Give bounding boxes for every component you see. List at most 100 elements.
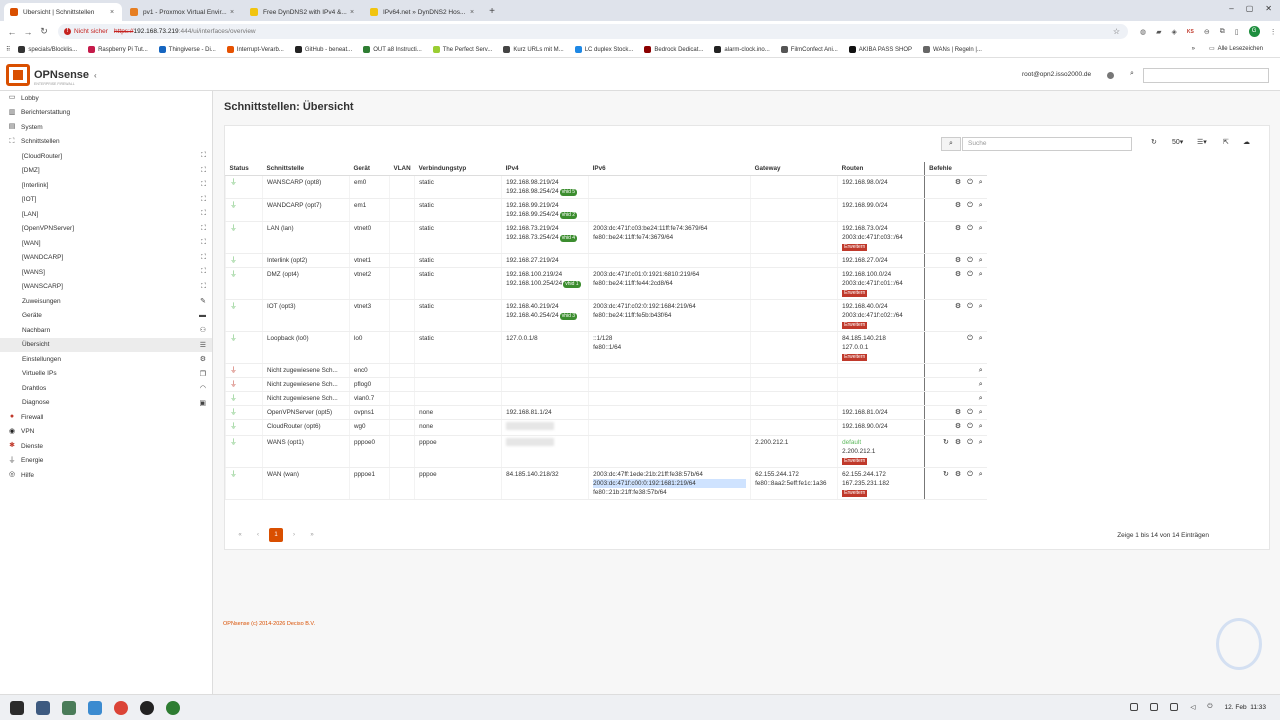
brand-logo[interactable]: OPNsense ENTERPRISE FIREWALL <box>6 64 89 86</box>
cog-icon[interactable]: ⚙ <box>955 470 961 479</box>
power-icon[interactable]: ⏻ <box>967 302 973 311</box>
power-icon[interactable]: ⏻ <box>967 334 973 343</box>
cog-icon[interactable]: ⚙ <box>955 224 961 233</box>
interface-name[interactable]: DMZ (opt4) <box>262 267 350 300</box>
search-icon[interactable]: ⌕ <box>979 224 983 233</box>
interface-name[interactable]: WANSCARP (opt8) <box>262 175 350 199</box>
bookmark-item[interactable]: Raspberry Pi Tut... <box>88 46 148 53</box>
back-icon[interactable]: ← <box>6 27 18 37</box>
table-row[interactable]: ⏚ Nicht zugewiesene Sch... enc0 ⌕ <box>225 363 987 378</box>
sidebar-item-geräte[interactable]: Geräte ▬ <box>0 309 212 324</box>
close-tab-icon[interactable]: × <box>108 9 116 16</box>
bookmark-item[interactable]: alarm-clock.ino... <box>714 46 770 53</box>
interface-name[interactable]: WANDCARP (opt7) <box>262 198 350 222</box>
sidebar-item-dmz[interactable]: [DMZ] ⛶ <box>0 164 212 179</box>
sidebar-item-firewall[interactable]: ● Firewall <box>0 410 212 425</box>
bookmark-item[interactable]: Kurz URLs mit M... <box>503 46 564 53</box>
column-header[interactable]: Verbindungstyp <box>414 162 502 176</box>
sidebar-item-übersicht[interactable]: Übersicht ☰ <box>0 337 212 352</box>
browser-tab[interactable]: pv1 - Proxmox Virtual Envir... × <box>124 3 242 21</box>
power-icon[interactable]: ⏻ <box>967 224 973 233</box>
bookmark-item[interactable]: FilmConfect Ani... <box>780 46 838 53</box>
cog-icon[interactable]: ⚙ <box>955 438 961 447</box>
close-tab-icon[interactable]: × <box>348 9 356 16</box>
bookmark-item[interactable]: AKIBA PASS SHOP <box>848 46 912 53</box>
reload-icon[interactable]: ↻ <box>943 438 949 447</box>
sidebar-item-einstellungen[interactable]: Einstellungen ⚙ <box>0 352 212 367</box>
sidebar-item-energie[interactable]: ⏚ Energie <box>0 454 212 469</box>
power-icon[interactable]: ⏻ <box>967 201 973 210</box>
power-icon[interactable]: ⏻ <box>1207 703 1212 711</box>
more-bookmarks-icon[interactable]: » <box>1192 46 1195 52</box>
sidebar-item-lobby[interactable]: ▭ Lobby <box>0 91 212 106</box>
expand-button[interactable]: Erweitern <box>842 457 868 465</box>
cog-icon[interactable]: ⚙ <box>955 270 961 279</box>
sidebar-item-system[interactable]: ▤ System <box>0 120 212 135</box>
table-row[interactable]: ⏚ OpenVPNServer (opt5) ovpns1 none 192.168.8… <box>225 405 987 420</box>
browser-tab[interactable]: Übersicht | Schnittstellen × <box>4 3 122 21</box>
prev-page-button[interactable]: ‹ <box>251 528 265 542</box>
sidebar-item-dienste[interactable]: ✱ Dienste <box>0 439 212 454</box>
expand-button[interactable]: Erweitern <box>842 321 868 329</box>
sidebar-item-openvpnserver[interactable]: [OpenVPNServer] ⛶ <box>0 222 212 237</box>
volume-icon[interactable]: ◁ <box>1190 703 1195 711</box>
interface-name[interactable]: WAN (wan) <box>262 467 350 500</box>
search-icon[interactable]: ⌕ <box>979 366 983 375</box>
page-button[interactable]: 1 <box>269 528 283 542</box>
cog-icon[interactable]: ⚙ <box>955 302 961 311</box>
interface-name[interactable]: OpenVPNServer (opt5) <box>262 405 350 420</box>
bookmark-item[interactable]: The Perfect Serv... <box>432 46 492 53</box>
search-icon[interactable]: ⌕ <box>979 201 983 210</box>
sidebar-item-interlink[interactable]: [Interlink] ⛶ <box>0 178 212 193</box>
table-row[interactable]: ⏚ CloudRouter (opt6) wg0 none 192.168.90.0/2… <box>225 419 987 436</box>
column-header[interactable]: Status <box>225 162 263 176</box>
start-icon[interactable] <box>10 700 24 715</box>
search-icon[interactable]: ⌕ <box>979 408 983 417</box>
tray-icon[interactable] <box>1150 703 1159 711</box>
search-icon[interactable]: ⌕ <box>979 380 983 389</box>
search-icon[interactable]: ⌕ <box>979 270 983 279</box>
interface-name[interactable]: Nicht zugewiesene Sch... <box>262 391 350 406</box>
cog-icon[interactable]: ⚙ <box>955 422 961 431</box>
bookmark-item[interactable]: OUT a8 Instructi... <box>363 46 422 53</box>
export-icon[interactable]: ⇱ <box>1223 137 1229 151</box>
bookmark-item[interactable]: LC duplex Stock... <box>574 46 633 53</box>
column-header[interactable]: IPv4 <box>501 162 589 176</box>
apps-icon[interactable]: ⠿ <box>6 46 10 53</box>
search-icon[interactable]: ⌕ <box>979 256 983 265</box>
power-icon[interactable]: ⏻ <box>967 256 973 265</box>
reload-icon[interactable]: ↻ <box>38 26 50 37</box>
bookmark-item[interactable]: Interrupt-Verarb... <box>226 46 284 53</box>
close-window-icon[interactable]: ✕ <box>1265 4 1272 13</box>
tray-icon[interactable] <box>1130 703 1139 711</box>
expand-button[interactable]: Erweitern <box>842 243 868 251</box>
minimize-icon[interactable]: – <box>1229 4 1233 13</box>
search-icon[interactable]: ⌕ <box>979 422 983 431</box>
column-header[interactable]: Routen <box>837 162 925 176</box>
browser-tab[interactable]: Free DynDNS2 with IPv4 &... × <box>244 3 362 21</box>
sidebar-item-nachbarn[interactable]: Nachbarn ⚇ <box>0 323 212 338</box>
grid-search-input[interactable]: Suche <box>962 137 1132 151</box>
extension-icon[interactable]: ⊖ <box>1204 28 1210 36</box>
table-row[interactable]: ⏚ Interlink (opt2) vtnet1 static 192.168.27.… <box>225 253 987 268</box>
extension-ks-icon[interactable]: KS <box>1187 29 1194 35</box>
column-header[interactable]: Gerät <box>349 162 390 176</box>
extension-icon[interactable]: ◈ <box>1172 28 1177 36</box>
reload-icon[interactable]: ↻ <box>943 470 949 479</box>
sidebar-item-drahtlos[interactable]: Drahtlos ◠ <box>0 381 212 396</box>
page-size-select[interactable]: 50▾ <box>1172 137 1183 151</box>
sidebar-item-wanscarp[interactable]: [WANSCARP] ⛶ <box>0 280 212 295</box>
url-field[interactable]: ! Nicht sicher https:// 192.168.73.219 :… <box>58 24 1128 39</box>
collapse-sidebar-icon[interactable]: ‹ <box>94 71 97 80</box>
sidebar-item-wan[interactable]: [WAN] ⛶ <box>0 236 212 251</box>
all-bookmarks-folder[interactable]: ▭ Alle Lesezeichen <box>1209 45 1263 53</box>
sidebar-item-cloudrouter[interactable]: [CloudRouter] ⛶ <box>0 149 212 164</box>
power-icon[interactable]: ⏻ <box>967 408 973 417</box>
sidebar-item-hilfe[interactable]: ◎ Hilfe <box>0 468 212 483</box>
power-icon[interactable]: ⏻ <box>967 270 973 279</box>
sidebar-item-wandcarp[interactable]: [WANDCARP] ⛶ <box>0 251 212 266</box>
cog-icon[interactable]: ⚙ <box>955 178 961 187</box>
forward-icon[interactable]: → <box>22 27 34 37</box>
column-header[interactable]: IPv6 <box>588 162 751 176</box>
interface-name[interactable]: Loopback (lo0) <box>262 331 350 364</box>
